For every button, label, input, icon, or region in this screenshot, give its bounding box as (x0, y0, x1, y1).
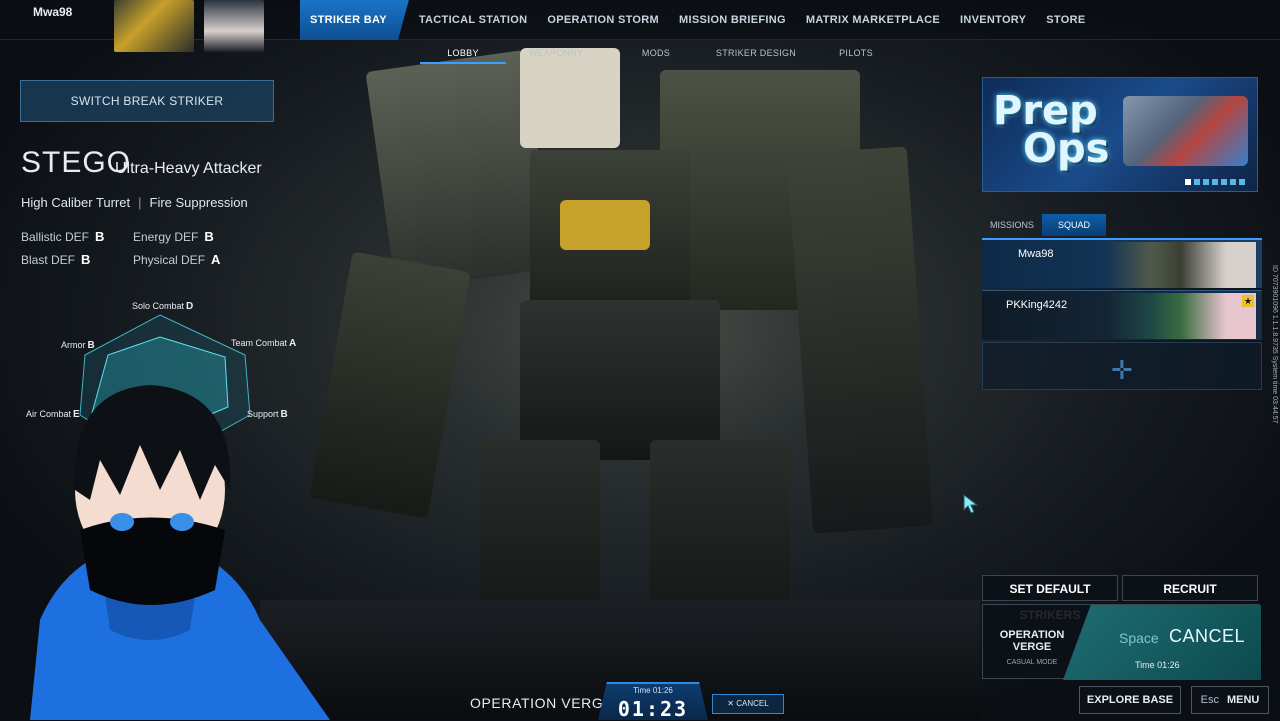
queue-status-bar: OPERATION VERGE Time 01:26 01:23 ✕ CANCE… (420, 682, 840, 720)
player-username: Mwa98 (33, 5, 73, 19)
weapon-secondary: Fire Suppression (149, 195, 248, 210)
esc-key-hint: Esc (1200, 694, 1219, 706)
tab-store[interactable]: STORE (1036, 0, 1095, 40)
promo-pagination (1185, 179, 1245, 185)
promo-page-dot[interactable] (1185, 179, 1191, 185)
explore-base-button[interactable]: EXPLORE BASE (1079, 686, 1181, 714)
striker-portrait (114, 0, 194, 52)
squad-member-name: PKKing4242 (1006, 299, 1068, 311)
operation-info: OPERATION VERGE CASUAL MODE (983, 629, 1081, 666)
menu-label: MENU (1226, 694, 1260, 706)
squad-member-portrait (1106, 293, 1256, 339)
radar-armor: Armor B (61, 340, 95, 351)
close-icon: ✕ (727, 699, 737, 708)
striker-weapons: High Caliber Turret | Fire Suppression (21, 195, 248, 210)
promo-page-dot[interactable] (1230, 179, 1236, 185)
leader-star-icon: ★ (1242, 295, 1254, 307)
tab-missions[interactable]: MISSIONS (982, 214, 1042, 236)
pilot-portrait (204, 0, 264, 52)
queue-timer: Time 01:26 (1135, 660, 1180, 670)
add-member-icon: ✛ (1111, 355, 1133, 385)
def-blast: Blast DEF B (21, 252, 91, 267)
mech-chest-yellow (560, 200, 650, 250)
menu-button[interactable]: Esc MENU (1191, 686, 1269, 714)
streamer-avatar (30, 385, 330, 720)
subtab-mods[interactable]: MODS (606, 44, 706, 64)
tab-tactical-station[interactable]: TACTICAL STATION (409, 0, 537, 40)
recruit-button[interactable]: RECRUIT (1122, 575, 1258, 601)
promo-page-dot[interactable] (1212, 179, 1218, 185)
matchmaking-panel: OPERATION VERGE CASUAL MODE Space CANCEL… (982, 604, 1261, 680)
queue-time-label: Time 01:26 (633, 686, 673, 695)
squad-list: Mwa98 PKKing4242 ★ ✛ (982, 238, 1262, 390)
striker-class: Ultra-Heavy Attacker (115, 160, 262, 177)
set-default-strikers-button[interactable]: SET DEFAULT STRIKERS (982, 575, 1118, 622)
radar-solo-combat: Solo Combat D (132, 301, 194, 312)
promo-title: Prep Ops (993, 88, 1110, 172)
squad-member-name: Mwa98 (1018, 248, 1054, 260)
promo-page-dot[interactable] (1239, 179, 1245, 185)
side-tabs: MISSIONS SQUAD (982, 214, 1262, 236)
prep-ops-banner[interactable]: Prep Ops (982, 77, 1258, 192)
subtab-striker-design[interactable]: STRIKER DESIGN (706, 44, 806, 64)
top-nav-bar: Mwa98 STRIKER BAY TACTICAL STATION OPERA… (0, 0, 1280, 52)
squad-member[interactable]: PKKing4242 ★ (982, 290, 1262, 340)
mech-waist (520, 300, 720, 460)
promo-page-dot[interactable] (1203, 179, 1209, 185)
squad-member[interactable]: Mwa98 (982, 238, 1262, 288)
squad-member-portrait (1106, 242, 1256, 288)
empty-squad-slot[interactable]: ✛ (982, 342, 1262, 390)
tab-squad[interactable]: SQUAD (1042, 214, 1107, 236)
subtab-lobby[interactable]: LOBBY (420, 44, 506, 64)
mouse-cursor-icon (963, 494, 979, 514)
def-ballistic: Ballistic DEF B (21, 229, 105, 244)
mech-right-arm (786, 146, 934, 534)
system-info-ribbon: ID 7073901096 1.1.1.8.9735 System time 0… (1271, 265, 1278, 424)
subtab-pilots[interactable]: PILOTS (806, 44, 906, 64)
squad-portraits (84, 0, 274, 52)
tab-matrix-marketplace[interactable]: MATRIX MARKETPLACE (796, 0, 950, 40)
queue-cancel-button[interactable]: ✕ CANCEL (712, 694, 784, 714)
tab-inventory[interactable]: INVENTORY (950, 0, 1036, 40)
promo-page-dot[interactable] (1221, 179, 1227, 185)
operation-mode: CASUAL MODE (1006, 659, 1058, 666)
queue-timer-box: Time 01:26 01:23 (598, 682, 708, 720)
switch-break-striker-button[interactable]: SWITCH BREAK STRIKER (20, 80, 274, 122)
weapon-primary: High Caliber Turret (21, 195, 131, 210)
space-key-hint: Space (1119, 630, 1159, 646)
promo-items-art (1123, 96, 1248, 166)
mech-left-arm (309, 251, 471, 519)
cancel-label: CANCEL (1169, 626, 1246, 646)
radar-team-combat: Team Combat A (231, 338, 297, 349)
main-nav: STRIKER BAY TACTICAL STATION OPERATION S… (300, 0, 1096, 40)
operation-title: OPERATION VERGE (999, 629, 1065, 653)
queue-clock: 01:23 (617, 697, 689, 721)
promo-page-dot[interactable] (1194, 179, 1200, 185)
def-energy: Energy DEF B (133, 229, 214, 244)
subtab-weaponry[interactable]: WEAPONRY (506, 44, 606, 64)
tab-striker-bay[interactable]: STRIKER BAY (300, 0, 409, 40)
weapon-separator: | (138, 195, 142, 210)
sub-nav: LOBBY WEAPONRY MODS STRIKER DESIGN PILOT… (420, 44, 906, 64)
tab-mission-briefing[interactable]: MISSION BRIEFING (669, 0, 796, 40)
def-physical: Physical DEF A (133, 252, 221, 267)
tab-operation-storm[interactable]: OPERATION STORM (537, 0, 669, 40)
queue-operation-name: OPERATION VERGE (470, 695, 614, 711)
